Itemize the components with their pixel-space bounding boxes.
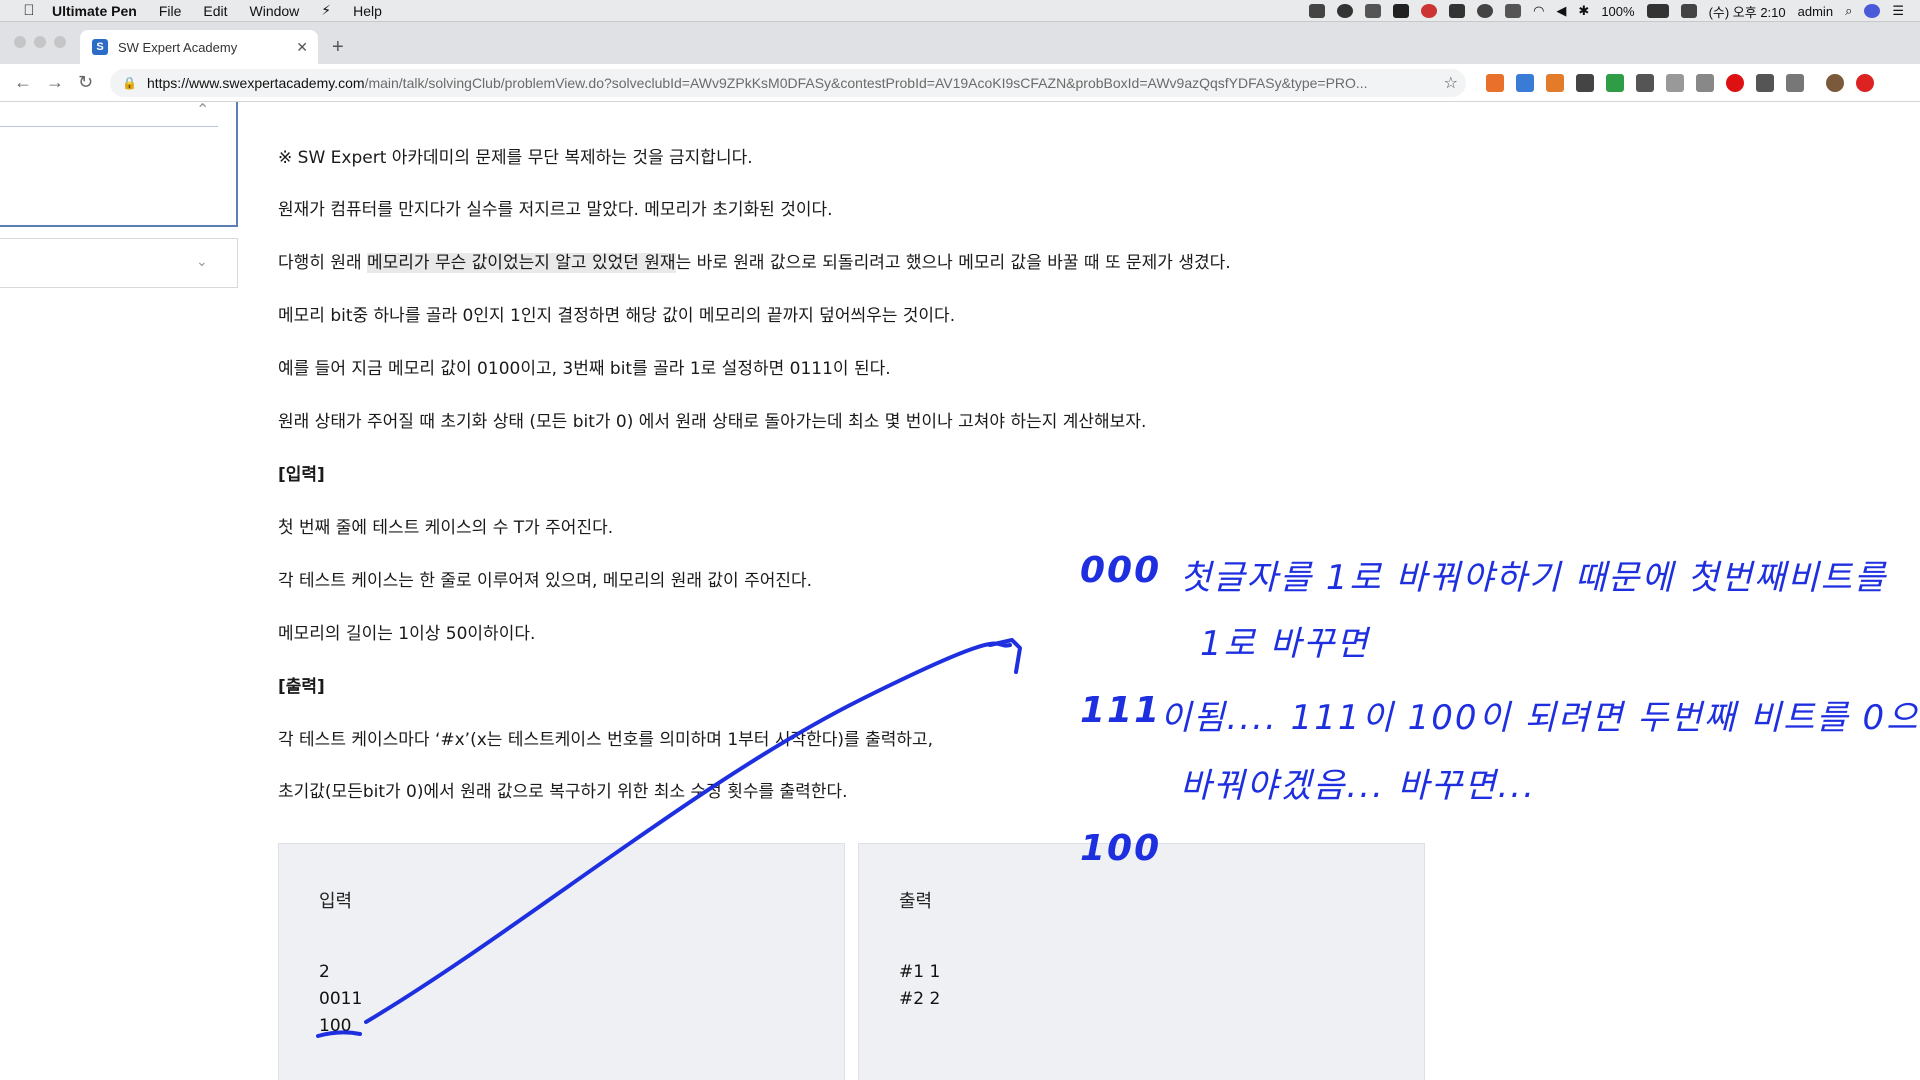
battery-icon[interactable] xyxy=(1646,4,1669,18)
sample-output-box: 출력 #1 1 #2 2 xyxy=(858,843,1425,1080)
record-icon[interactable] xyxy=(1421,4,1438,18)
copyright-notice: ※ SW Expert 아카데미의 문제를 무단 복제하는 것을 금지합니다. xyxy=(278,148,753,168)
new-tab-icon[interactable]: + xyxy=(332,36,344,59)
chevron-down-icon[interactable]: ⌄ xyxy=(196,253,208,270)
extension-icon-1[interactable] xyxy=(1486,74,1504,92)
menu-file[interactable]: File xyxy=(159,3,182,19)
line-icon[interactable] xyxy=(1337,4,1354,18)
browser-tab-strip: S SW Expert Academy ✕ + xyxy=(0,22,1920,64)
url-text[interactable]: https://www.swexpertacademy.com/main/tal… xyxy=(147,75,1437,91)
sample-input-line: 100 xyxy=(319,1016,352,1036)
sample-input-lines: 2 0011 100 xyxy=(319,959,362,1040)
profile-avatar[interactable] xyxy=(1826,74,1844,92)
paragraph: 각 테스트 케이스마다 ‘#x’(x는 테스트케이스 번호를 의미하며 1부터 … xyxy=(278,730,934,750)
sample-input-box: 입력 2 0011 100 xyxy=(278,843,845,1080)
paragraph: 원래 상태가 주어질 때 초기화 상태 (모든 bit가 0) 에서 원래 상태… xyxy=(278,412,1147,432)
bookmark-star-icon[interactable]: ☆ xyxy=(1444,73,1458,93)
address-bar[interactable]: 🔒 https://www.swexpertacademy.com/main/t… xyxy=(110,69,1466,97)
paragraph: 첫 번째 줄에 테스트 케이스의 수 T가 주어진다. xyxy=(278,518,614,538)
extension-fox-icon[interactable] xyxy=(1546,74,1564,92)
extension-c-icon[interactable] xyxy=(1576,74,1594,92)
sample-input-line: 0011 xyxy=(319,989,363,1009)
paragraph: 메모리의 길이는 1이상 50이하이다. xyxy=(278,624,536,644)
window-controls xyxy=(14,36,66,48)
lock-icon[interactable]: 🔒 xyxy=(122,76,137,90)
update-alert-icon[interactable] xyxy=(1856,74,1874,92)
window-icon[interactable] xyxy=(1505,4,1522,18)
wifi-icon[interactable]: ◠ xyxy=(1533,3,1544,19)
minimize-window-icon[interactable] xyxy=(34,36,46,48)
extension-icon-6[interactable] xyxy=(1636,74,1654,92)
sample-output-lines: #1 1 #2 2 xyxy=(899,959,940,1013)
annotation-number: 100 xyxy=(1080,828,1162,869)
left-panel-box[interactable]: ⌃ xyxy=(0,102,238,227)
sw-expert-favicon-icon: S xyxy=(92,39,108,55)
back-icon[interactable]: ← xyxy=(14,72,32,93)
apple-menu-icon[interactable]:  xyxy=(20,2,38,19)
volume-icon[interactable]: ◀ xyxy=(1556,3,1566,19)
input-source-icon[interactable] xyxy=(1680,4,1697,18)
annotation-note: 이됨.... 111이 100이 되려면 두번째 비트를 0으로 xyxy=(1160,698,1920,738)
tab-title: SW Expert Academy xyxy=(118,39,238,55)
maximize-window-icon[interactable] xyxy=(54,36,66,48)
grid-icon[interactable] xyxy=(1393,4,1410,18)
siri-icon[interactable] xyxy=(1864,4,1881,18)
paragraph: 메모리 bit중 하나를 골라 0인지 1인지 결정하면 해당 값이 메모리의 … xyxy=(278,306,956,326)
bolt-icon[interactable]: ⚡ xyxy=(321,2,331,19)
annotation-number: 000 xyxy=(1080,550,1162,591)
sample-input-line: 2 xyxy=(319,962,330,982)
clock[interactable]: (수) 오후 2:10 xyxy=(1709,2,1786,21)
menu-edit[interactable]: Edit xyxy=(203,3,227,19)
annotation-note: 바꿔야겠음... 바꾸면... xyxy=(1180,766,1536,806)
forward-icon[interactable]: → xyxy=(46,72,64,93)
spotlight-icon[interactable]: ⌕ xyxy=(1845,3,1852,19)
vue-devtools-icon[interactable] xyxy=(1786,74,1804,92)
dropbox-icon[interactable] xyxy=(1309,4,1326,18)
annotation-arrowhead xyxy=(988,638,1022,674)
sample-output-line: #2 2 xyxy=(899,989,941,1009)
cloud-icon[interactable] xyxy=(1477,4,1494,18)
output-heading: [출력] xyxy=(278,677,325,697)
extension-icon-7[interactable] xyxy=(1666,74,1684,92)
reload-icon[interactable]: ↻ xyxy=(78,72,93,93)
annotation-note: 1로 바꾸면 xyxy=(1200,624,1370,664)
extension-icons xyxy=(1486,74,1874,92)
paragraph: 원재가 컴퓨터를 만지다가 실수를 저지르고 말았다. 메모리가 초기화된 것이… xyxy=(278,200,833,220)
sample-output-title: 출력 xyxy=(899,891,933,912)
paragraph: 다행히 원래 메모리가 무슨 값이었는지 알고 있었던 원재는 바로 원래 값으… xyxy=(278,253,1231,273)
sample-output-line: #1 1 xyxy=(899,962,941,982)
browser-toolbar: ← → ↻ 🔒 https://www.swexpertacademy.com/… xyxy=(0,64,1920,102)
paragraph: 초기값(모든bit가 0)에서 원래 값으로 복구하기 위한 최소 수정 횟수를… xyxy=(278,782,848,802)
app-name-menu[interactable]: Ultimate Pen xyxy=(52,3,137,19)
paragraph: 예를 들어 지금 메모리 값이 0100이고, 3번째 bit를 골라 1로 설… xyxy=(278,359,891,379)
download-icon[interactable] xyxy=(1696,74,1714,92)
macos-menu-bar:  Ultimate Pen File Edit Window ⚡ Help ◠… xyxy=(0,0,1920,22)
highlighted-text: 메모리가 무슨 값이었는지 알고 있었던 원재 xyxy=(367,253,676,273)
status-app-icon[interactable] xyxy=(1365,4,1382,18)
extension-s-icon[interactable] xyxy=(1606,74,1624,92)
extension-red-icon[interactable] xyxy=(1726,74,1744,92)
annotation-number: 111 xyxy=(1080,690,1162,731)
chevron-up-icon[interactable]: ⌃ xyxy=(196,100,209,120)
menu-window[interactable]: Window xyxy=(250,3,300,19)
extension-icon-10[interactable] xyxy=(1756,74,1774,92)
close-tab-icon[interactable]: ✕ xyxy=(296,39,308,56)
status-area: ◠ ◀ ✱ 100% (수) 오후 2:10 admin ⌕ ☰ xyxy=(1309,0,1904,22)
input-heading: [입력] xyxy=(278,465,325,485)
sample-input-title: 입력 xyxy=(319,891,353,912)
close-window-icon[interactable] xyxy=(14,36,26,48)
extension-icon-2[interactable] xyxy=(1516,74,1534,92)
user-name[interactable]: admin xyxy=(1798,4,1833,19)
paragraph: 각 테스트 케이스는 한 줄로 이루어져 있으며, 메모리의 원래 값이 주어진… xyxy=(278,571,813,591)
tab-sw-expert-academy[interactable]: S SW Expert Academy ✕ xyxy=(80,30,318,64)
left-panel-dropdown[interactable]: ⌄ xyxy=(0,238,238,288)
annotation-note: 첫글자를 1로 바꿔야하기 때문에 첫번째비트를 xyxy=(1180,558,1888,598)
battery-percent: 100% xyxy=(1601,3,1635,19)
bluetooth-icon[interactable]: ✱ xyxy=(1578,3,1589,19)
menu-help[interactable]: Help xyxy=(353,3,382,19)
panel-divider xyxy=(0,126,218,127)
d-app-icon[interactable] xyxy=(1449,4,1466,18)
notification-center-icon[interactable]: ☰ xyxy=(1892,3,1904,19)
